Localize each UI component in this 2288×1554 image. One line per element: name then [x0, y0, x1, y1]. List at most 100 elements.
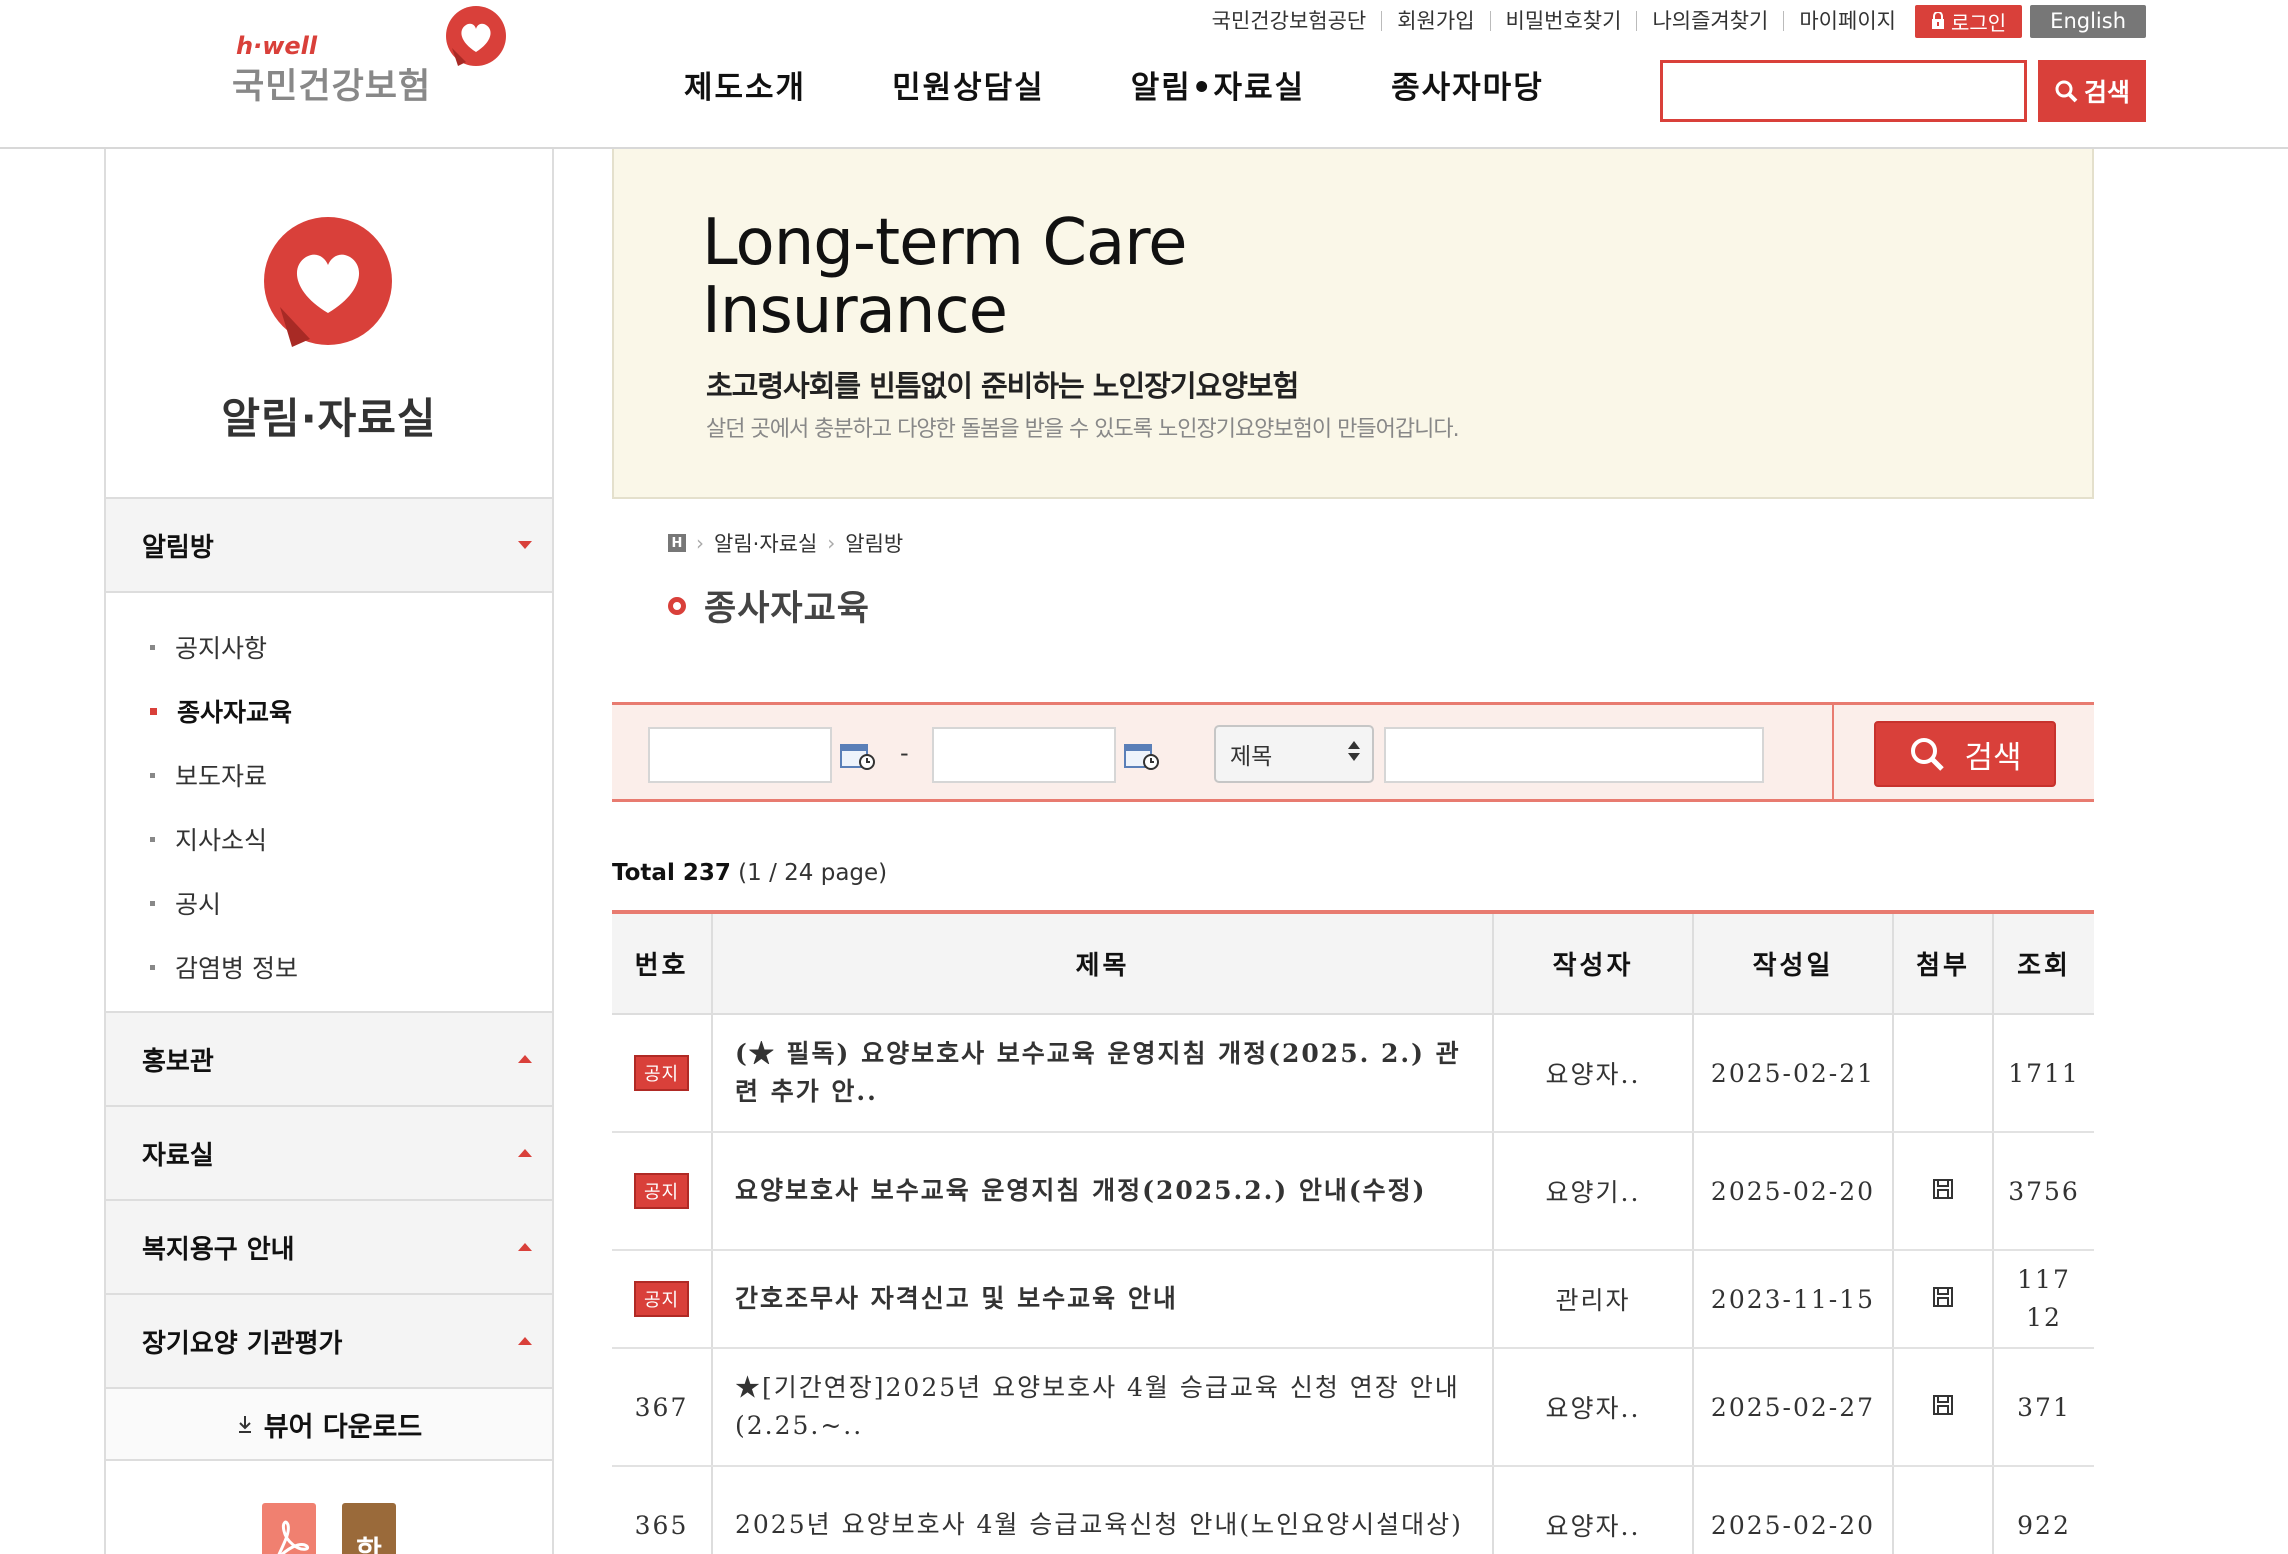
download-label: 뷰어 다운로드	[263, 1411, 423, 1443]
viewer-files: 한	[106, 1461, 552, 1554]
site-header: h·well 국민건강보험 국민건강보험공단 회원가입 비밀번호찾기 나의즐겨찾…	[0, 0, 2288, 149]
nav-intro[interactable]: 제도소개	[684, 62, 806, 107]
site-logo[interactable]: h·well 국민건강보험	[232, 4, 522, 107]
col-header-views: 조회	[1993, 912, 2094, 1015]
cell-title[interactable]: 간호조무사 자격신고 및 보수교육 안내	[712, 1250, 1494, 1349]
cell-title[interactable]: 요양보호사 보수교육 운영지침 개정(2025.2.) 안내(수정)	[712, 1132, 1494, 1251]
nav-civil[interactable]: 민원상담실	[892, 62, 1045, 107]
pdf-viewer-icon[interactable]	[262, 1503, 316, 1554]
bullet-icon	[150, 836, 155, 842]
table-row[interactable]: 공지 요양보호사 보수교육 운영지침 개정(2025.2.) 안내(수정) 요양…	[612, 1132, 2094, 1251]
attachment-icon[interactable]	[1932, 1286, 1954, 1308]
breadcrumb-level1[interactable]: 알림·자료실	[714, 528, 817, 558]
table-row[interactable]: 공지 (★ 필독) 요양보호사 보수교육 운영지침 개정(2025. 2.) 관…	[612, 1014, 2094, 1133]
hwp-viewer-icon[interactable]: 한	[342, 1503, 396, 1554]
sidebar-item-worker-education[interactable]: 종사자교육	[106, 679, 552, 743]
notice-badge: 공지	[633, 1173, 690, 1209]
sidebar-item-infection[interactable]: 감염병 정보	[106, 935, 552, 999]
sidebar-menu-notice[interactable]: 알림방	[106, 499, 552, 593]
nav-notice[interactable]: 알림•자료실	[1131, 62, 1305, 107]
cell-title[interactable]: 2025년 요양보호사 4월 승급교육신청 안내(노인요양시설대상)	[712, 1466, 1494, 1554]
table-row[interactable]: 365 2025년 요양보호사 4월 승급교육신청 안내(노인요양시설대상) 요…	[612, 1466, 2094, 1554]
total-label: Total 237	[612, 860, 731, 886]
page-info: (1 / 24 page)	[738, 860, 888, 886]
banner-title: Long-term Care Insurance	[702, 209, 1187, 345]
header-search-button[interactable]: 검색	[2038, 60, 2146, 122]
caret-up-icon	[518, 1337, 532, 1345]
header-search-input[interactable]	[1660, 60, 2027, 122]
sidebar-item-label: 종사자교육	[177, 698, 293, 727]
bullet-icon	[150, 772, 155, 778]
english-button[interactable]: English	[2030, 4, 2146, 38]
cell-no: 367	[612, 1348, 713, 1467]
cell-no: 공지	[612, 1132, 713, 1251]
select-arrows-icon	[1348, 741, 1360, 761]
banner-title-line1: Long-term Care	[702, 206, 1187, 280]
top-banner: Long-term Care Insurance 초고령사회를 빈틈없이 준비하…	[612, 149, 2094, 499]
chevron-right-icon: ›	[827, 531, 836, 555]
sidebar-header: 알림·자료실	[106, 149, 552, 499]
sidebar-menu-evaluation[interactable]: 장기요양 기관평가	[106, 1295, 552, 1389]
cell-title[interactable]: (★ 필독) 요양보호사 보수교육 운영지침 개정(2025. 2.) 관련 추…	[712, 1014, 1494, 1133]
hwp-label: 한	[356, 1534, 382, 1554]
board-search-button[interactable]: 검색	[1874, 721, 2056, 787]
table-row[interactable]: 공지 간호조무사 자격신고 및 보수교육 안내 관리자 2023-11-15 1…	[612, 1250, 2094, 1349]
util-link-find-password[interactable]: 비밀번호찾기	[1489, 11, 1637, 32]
calendar-icon[interactable]	[840, 741, 876, 771]
sidebar-item-disclosure[interactable]: 공시	[106, 871, 552, 935]
logo-text: 국민건강보험	[232, 67, 432, 107]
attachment-icon[interactable]	[1932, 1394, 1954, 1416]
sidebar-item-label: 보도자료	[175, 762, 268, 791]
sidebar-menu-label: 장기요양 기관평가	[142, 1328, 343, 1359]
cell-author: 요양기..	[1493, 1132, 1694, 1251]
sidebar-menu-welfare[interactable]: 복지용구 안내	[106, 1201, 552, 1295]
date-to-input[interactable]	[932, 727, 1116, 783]
col-header-title: 제목	[712, 912, 1494, 1015]
sidebar-menu-label: 복지용구 안내	[142, 1234, 295, 1265]
breadcrumb: H › 알림·자료실 › 알림방	[668, 528, 903, 558]
home-icon[interactable]: H	[668, 534, 686, 552]
sidebar-item-notice[interactable]: 공지사항	[106, 615, 552, 679]
search-keyword-input[interactable]	[1384, 727, 1764, 783]
cell-author: 요양자..	[1493, 1348, 1694, 1467]
sidebar: 알림·자료실 알림방 공지사항 종사자교육 보도자료 지사소식 공시 감염병 정…	[104, 149, 554, 1554]
calendar-icon[interactable]	[1124, 741, 1160, 771]
sidebar-menu-label: 자료실	[142, 1140, 214, 1171]
table-row[interactable]: 367 ★[기간연장]2025년 요양보호사 4월 승급교육 신청 연장 안내(…	[612, 1348, 2094, 1467]
cell-attach[interactable]	[1893, 1132, 1994, 1251]
bullet-icon	[150, 707, 157, 715]
util-link-join[interactable]: 회원가입	[1381, 11, 1489, 32]
util-link-favorites[interactable]: 나의즐겨찾기	[1636, 11, 1783, 32]
caret-down-icon	[518, 541, 532, 549]
breadcrumb-level2[interactable]: 알림방	[845, 528, 903, 558]
viewer-download-button[interactable]: 뷰어 다운로드	[106, 1389, 552, 1461]
search-field-select[interactable]: 제목	[1214, 725, 1374, 783]
banner-description: 살던 곳에서 충분하고 다양한 돌봄을 받을 수 있도록 노인장기요양보험이 만…	[706, 417, 1460, 442]
sidebar-menu-data[interactable]: 자료실	[106, 1107, 552, 1201]
cell-date: 2025-02-21	[1693, 1014, 1894, 1133]
nav-workers[interactable]: 종사자마당	[1391, 62, 1544, 107]
heart-logo-icon	[446, 6, 506, 66]
sidebar-item-label: 공시	[175, 890, 222, 919]
cell-title[interactable]: ★[기간연장]2025년 요양보호사 4월 승급교육 신청 연장 안내(2.25…	[712, 1348, 1494, 1467]
sidebar-item-press[interactable]: 보도자료	[106, 743, 552, 807]
cell-attach[interactable]	[1893, 1250, 1994, 1349]
select-value: 제목	[1230, 744, 1273, 770]
utility-nav: 국민건강보험공단 회원가입 비밀번호찾기 나의즐겨찾기 마이페이지 로그인 En…	[1197, 4, 2146, 38]
sidebar-menu-label: 알림방	[142, 532, 214, 563]
util-link-mypage[interactable]: 마이페이지	[1783, 11, 1911, 32]
attachment-icon[interactable]	[1932, 1178, 1954, 1200]
date-from-input[interactable]	[648, 727, 832, 783]
login-button[interactable]: 로그인	[1914, 4, 2023, 38]
sidebar-item-branch-news[interactable]: 지사소식	[106, 807, 552, 871]
logo-subtext: h·well	[236, 32, 318, 60]
cell-no: 공지	[612, 1250, 713, 1349]
total-count: Total 237 (1 / 24 page)	[612, 860, 887, 886]
search-icon	[2055, 80, 2078, 103]
cell-date: 2023-11-15	[1693, 1250, 1894, 1349]
search-icon	[1911, 738, 1945, 771]
util-link-nhis[interactable]: 국민건강보험공단	[1197, 11, 1382, 32]
sidebar-menu-promo[interactable]: 홍보관	[106, 1013, 552, 1107]
cell-attach[interactable]	[1893, 1348, 1994, 1467]
cell-views: 11712	[1993, 1250, 2094, 1349]
